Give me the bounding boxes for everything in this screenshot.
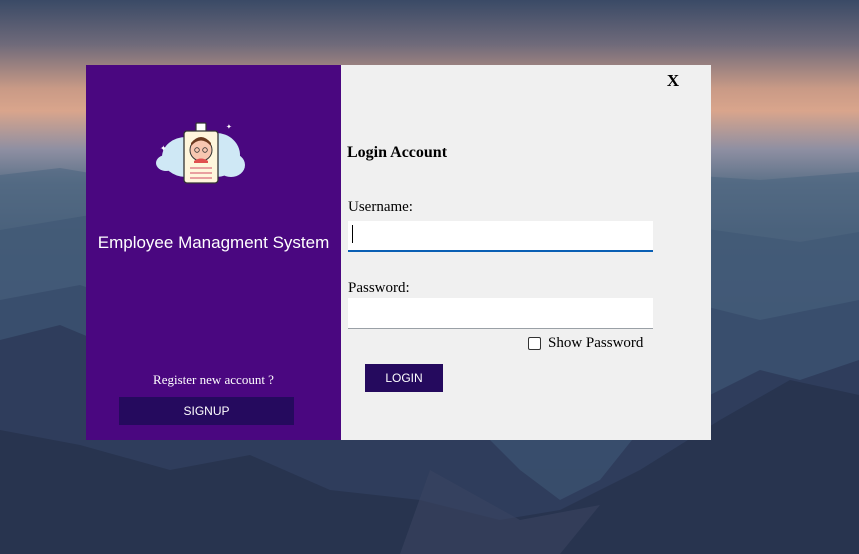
login-button[interactable]: LOGIN <box>365 364 443 392</box>
username-input[interactable] <box>348 221 653 252</box>
close-button[interactable]: X <box>663 71 683 91</box>
login-form-panel: X Login Account Username: Password: Show… <box>341 65 711 440</box>
sidebar-panel: ✦ ✦ Employee Managment System Register n… <box>86 65 341 440</box>
login-dialog: ✦ ✦ Employee Managment System Register n… <box>86 65 711 440</box>
show-password-toggle[interactable]: Show Password <box>528 335 643 352</box>
signup-button[interactable]: SIGNUP <box>119 397 294 425</box>
username-label: Username: <box>348 199 413 215</box>
show-password-checkbox[interactable] <box>528 337 541 350</box>
form-title: Login Account <box>347 144 448 161</box>
password-input[interactable] <box>348 298 653 329</box>
svg-text:✦: ✦ <box>226 123 232 131</box>
register-prompt: Register new account ? <box>153 372 274 387</box>
app-title: Employee Managment System <box>97 233 330 252</box>
svg-text:✦: ✦ <box>160 144 167 153</box>
text-caret <box>352 225 353 243</box>
employee-id-card-icon: ✦ ✦ <box>156 122 245 184</box>
password-label: Password: <box>348 280 410 296</box>
show-password-label: Show Password <box>548 335 644 351</box>
